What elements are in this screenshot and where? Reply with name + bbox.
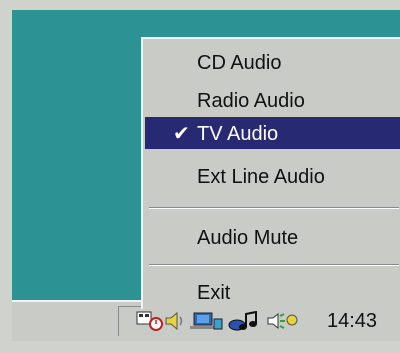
menu-item-label: Exit	[197, 282, 231, 304]
menu-item-radio-audio[interactable]: Radio Audio	[145, 84, 400, 116]
menu-item-audio-mute[interactable]: Audio Mute	[145, 221, 400, 253]
menu-separator	[149, 207, 399, 209]
menu-item-label: CD Audio	[197, 52, 282, 74]
menu-item-ext-line-audio[interactable]: Ext Line Audio	[145, 160, 400, 192]
audio-source-menu: CD Audio Radio Audio ✔ TV Audio Ext Line…	[141, 37, 400, 309]
menu-item-exit[interactable]: Exit	[145, 276, 400, 308]
checkmark-icon: ✔	[173, 123, 190, 145]
menu-item-label: Radio Audio	[197, 90, 305, 112]
speaker-icon[interactable]	[164, 311, 186, 331]
scheduler-icon[interactable]	[136, 311, 164, 331]
menu-item-cd-audio[interactable]: CD Audio	[145, 46, 400, 78]
volume-icon[interactable]	[266, 311, 300, 331]
network-icon[interactable]	[190, 311, 224, 331]
menu-separator	[149, 264, 399, 266]
tray-clock[interactable]: 14:43	[327, 310, 377, 333]
menu-item-label: TV Audio	[197, 123, 279, 145]
menu-item-tv-audio[interactable]: ✔ TV Audio	[145, 117, 400, 149]
menu-item-label: Ext Line Audio	[197, 166, 325, 188]
music-icon[interactable]	[228, 311, 264, 331]
menu-item-label: Audio Mute	[197, 227, 299, 249]
